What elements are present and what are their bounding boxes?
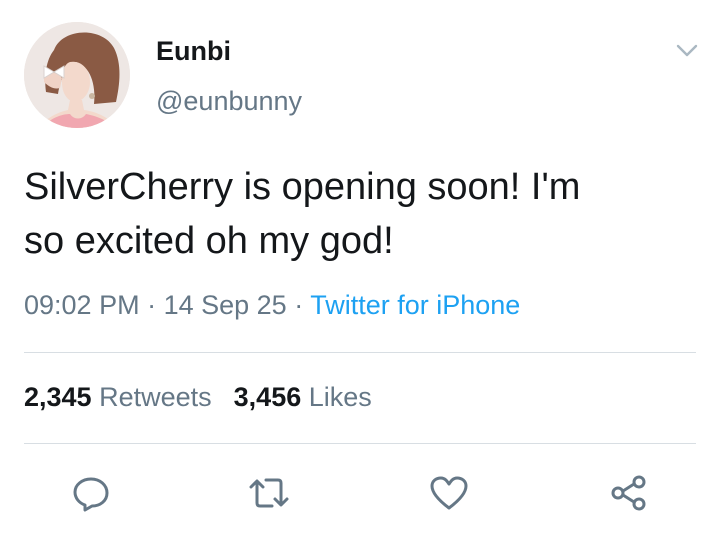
likes-stat[interactable]: 3,456 Likes: [234, 382, 372, 412]
divider: [24, 352, 696, 353]
chevron-down-icon[interactable]: [670, 36, 704, 66]
likes-count: 3,456: [233, 382, 302, 412]
tweet-date: 14 Sep 25: [163, 290, 287, 320]
tweet-card: Eunbi @eunbunny SilverCherry is opening …: [0, 0, 720, 544]
share-button[interactable]: [604, 468, 654, 518]
reply-button[interactable]: [66, 468, 116, 518]
tweet-meta: 09:02 PM · 14 Sep 25 · Twitter for iPhon…: [24, 290, 520, 321]
heart-icon: [430, 476, 468, 510]
tweet-text: SilverCherry is opening soon! I'm so exc…: [24, 166, 581, 262]
reply-icon: [73, 477, 109, 512]
retweets-stat[interactable]: 2,345 Retweets: [24, 382, 212, 412]
user-handle[interactable]: @eunbunny: [156, 86, 302, 117]
share-icon: [611, 475, 646, 511]
divider: [24, 443, 696, 444]
action-bar: [0, 468, 720, 518]
avatar[interactable]: [24, 22, 130, 128]
meta-separator: ·: [139, 290, 164, 320]
retweet-button[interactable]: [244, 468, 294, 518]
tweet-time: 09:02 PM: [24, 290, 140, 320]
like-button[interactable]: [424, 468, 474, 518]
retweet-icon: [249, 478, 289, 508]
tweet-source-link[interactable]: Twitter for iPhone: [310, 290, 520, 320]
likes-label: Likes: [308, 382, 372, 412]
tweet-stats: 2,345 Retweets 3,456 Likes: [24, 382, 372, 413]
retweets-label: Retweets: [99, 382, 212, 412]
avatar-image: [24, 22, 130, 128]
display-name[interactable]: Eunbi: [156, 36, 231, 67]
retweets-count: 2,345: [24, 382, 92, 412]
meta-separator: ·: [286, 290, 311, 320]
